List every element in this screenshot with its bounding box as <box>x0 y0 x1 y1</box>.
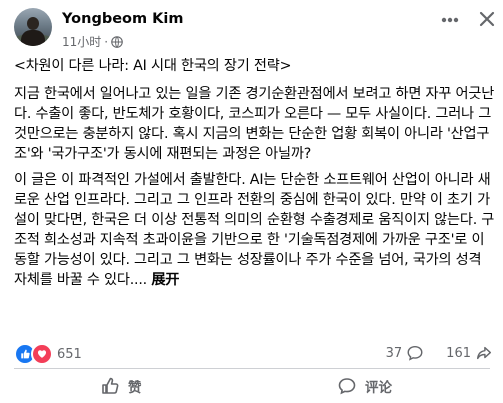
like-label: 赞 <box>128 380 142 396</box>
expand-link[interactable]: 展开 <box>151 272 179 288</box>
share-arrow-icon <box>476 346 492 360</box>
globe-icon <box>111 35 123 48</box>
share-count[interactable]: 161 <box>446 346 471 361</box>
more-options-icon[interactable] <box>436 8 464 32</box>
post-content: <차원이 다른 나라: AI 시대 한국의 장기 전략> 지금 한국에서 일어나… <box>14 56 496 296</box>
author-name[interactable]: Yongbeom Kim <box>62 11 183 27</box>
reactions-summary[interactable]: 651 <box>14 343 82 365</box>
post-paragraph-2: 이 글은 이 파격적인 가설에서 출발한다. AI는 단순한 소프트웨어 산업이… <box>14 170 496 290</box>
comment-icon <box>338 378 356 395</box>
action-divider <box>14 368 490 369</box>
engagement-stats: 37 161 <box>386 344 493 362</box>
post-meta: 11小时 · <box>62 33 123 50</box>
comment-count[interactable]: 37 <box>386 346 403 361</box>
post-title: <차원이 다른 나라: AI 시대 한국의 장기 전략> <box>14 58 292 74</box>
post-time[interactable]: 11小时 <box>62 33 101 50</box>
love-reaction-icon <box>31 343 53 365</box>
thumbs-up-icon <box>102 377 119 394</box>
comment-bubble-icon <box>407 345 423 361</box>
close-icon[interactable] <box>477 9 497 29</box>
meta-separator: · <box>104 34 109 49</box>
like-button[interactable]: 赞 <box>100 373 142 399</box>
author-avatar[interactable] <box>14 8 52 46</box>
post-paragraph-1: 지금 한국에서 일어나고 있는 일을 기존 경기순환관점에서 보려고 하면 자꾸… <box>14 86 495 162</box>
comment-button[interactable]: 评论 <box>337 373 392 399</box>
reaction-count: 651 <box>57 346 82 362</box>
comment-label: 评论 <box>365 380 392 396</box>
post-paragraph-2-text: 이 글은 이 파격적인 가설에서 출발한다. AI는 단순한 소프트웨어 산업이… <box>14 172 495 288</box>
